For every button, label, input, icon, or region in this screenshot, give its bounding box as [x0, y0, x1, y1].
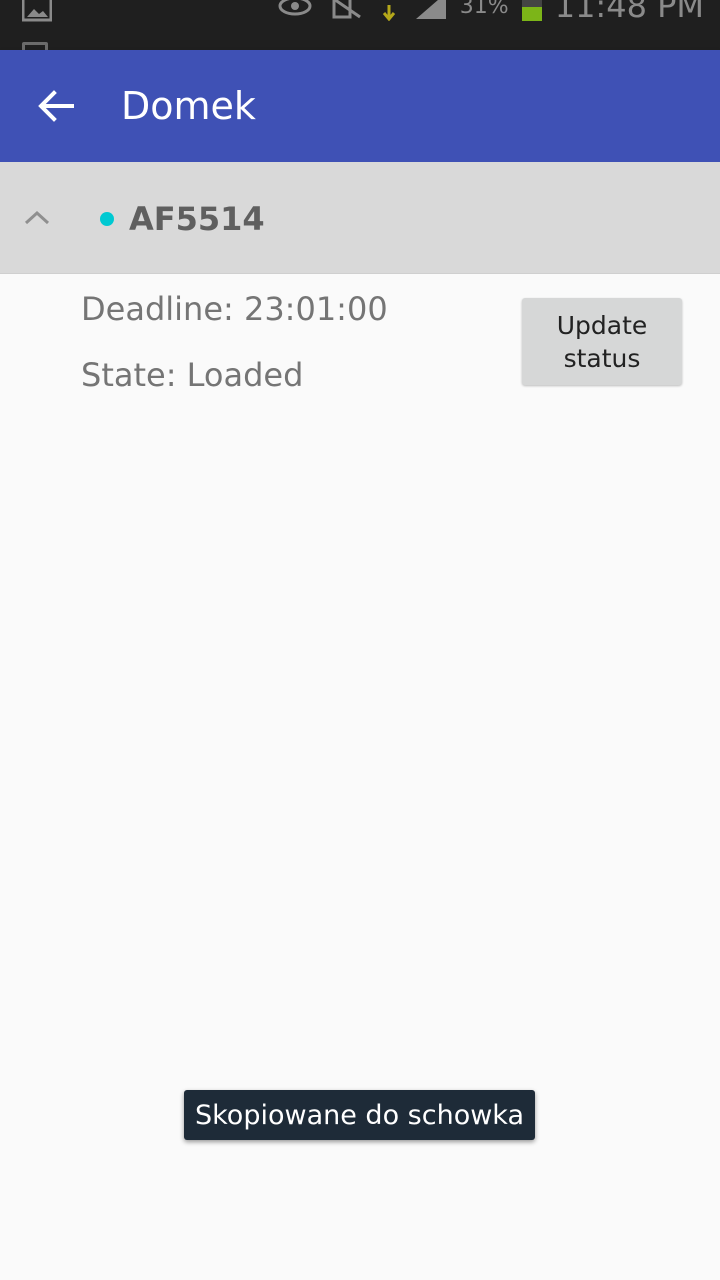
- toast-message: Skopiowane do schowka: [184, 1090, 535, 1140]
- status-dot: [100, 212, 114, 226]
- eye-icon: [278, 0, 312, 16]
- collapse-toggle[interactable]: [20, 200, 54, 234]
- back-button[interactable]: [28, 78, 84, 134]
- status-bar: 31% 11:48 PM: [0, 0, 720, 50]
- deadline-text: Deadline: 23:01:00: [81, 290, 388, 328]
- group-header[interactable]: AF5514: [0, 162, 720, 274]
- notification-icons: [22, 0, 52, 22]
- update-status-label-line1: Update: [556, 310, 648, 340]
- status-icons: 31% 11:48 PM: [278, 0, 704, 26]
- arrow-back-icon: [38, 90, 74, 122]
- notification-checkbox: [22, 42, 48, 50]
- update-status-label-line2: status: [563, 343, 641, 373]
- page-title: Domek: [121, 84, 256, 128]
- group-code: AF5514: [129, 200, 265, 238]
- mute-vibrate-icon: [332, 0, 361, 19]
- update-status-button[interactable]: Update status: [522, 298, 682, 385]
- gallery-icon: [22, 0, 52, 22]
- app-bar: Domek: [0, 50, 720, 162]
- signal-icon: [415, 0, 446, 19]
- battery-icon: [521, 0, 542, 21]
- battery-percent: 31%: [459, 0, 509, 19]
- wifi-data-icon: [378, 0, 399, 21]
- chevron-up-icon: [24, 210, 50, 225]
- state-text: State: Loaded: [81, 356, 304, 394]
- status-clock: 11:48 PM: [554, 0, 704, 25]
